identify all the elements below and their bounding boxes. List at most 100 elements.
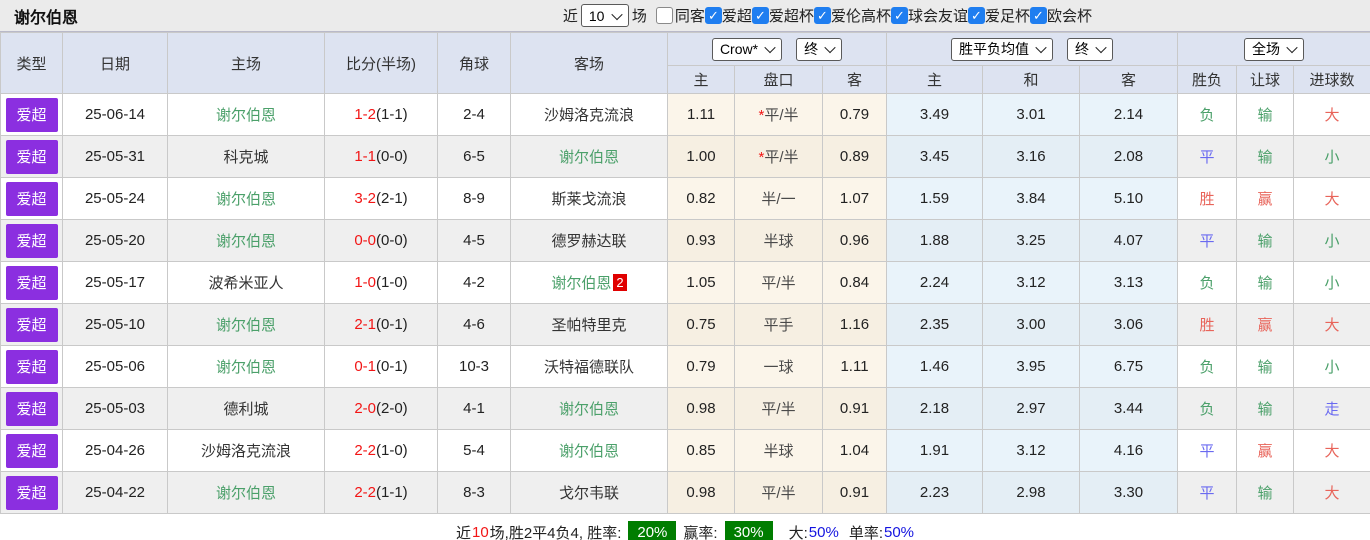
home-team-link[interactable]: 科克城 [223, 149, 268, 166]
away-team-link[interactable]: 沙姆洛克流浪 [544, 107, 634, 124]
away-team-link[interactable]: 谢尔伯恩 [559, 443, 619, 460]
away-team-link[interactable]: 斯莱戈流浪 [551, 191, 626, 208]
col-header-date: 日期 [62, 32, 168, 94]
euro-odds-header: 胜平负均值 终 [886, 32, 1179, 66]
wdl-result-cell: 负 [1177, 261, 1238, 304]
wdl-result-cell: 平 [1177, 429, 1238, 472]
euro-type-select[interactable]: 胜平负均值 [951, 37, 1054, 61]
handicap-result: 赢 [1257, 317, 1273, 334]
fulltime-score: 1-2 [354, 106, 376, 123]
date-cell: 25-04-26 [62, 429, 168, 472]
home-team-link[interactable]: 谢尔伯恩 [216, 359, 276, 376]
asian-home-odds-cell: 0.79 [667, 345, 735, 388]
home-team-link[interactable]: 谢尔伯恩 [216, 191, 276, 208]
league-cell: 爱超 [0, 93, 63, 136]
filter-controls: 近 10 场 同客 ✓ 爱超 ✓ 爱超杯 ✓ 爱伦高杯 ✓ 球会友谊 ✓ 爱足杯… [560, 4, 1092, 27]
handicap-result: 输 [1257, 275, 1273, 292]
euro-type-value: 胜平负均值 [959, 41, 1030, 57]
score-cell: 2-1(0-1) [324, 303, 438, 346]
away-team-link[interactable]: 谢尔伯恩 [559, 149, 619, 166]
away-team-link[interactable]: 谢尔伯恩 [559, 401, 619, 418]
asian-away-odds-cell: 0.96 [821, 219, 888, 262]
goals-result: 小 [1324, 275, 1340, 292]
away-team-cell: 德罗赫达联 [510, 219, 668, 262]
home-team-link[interactable]: 德利城 [223, 401, 268, 418]
euro-home-odds-cell: 2.18 [886, 387, 984, 430]
home-team-link[interactable]: 沙姆洛克流浪 [201, 443, 291, 460]
corner-cell: 4-6 [437, 303, 511, 346]
same-opponent-checkbox[interactable] [655, 7, 673, 24]
away-team-link[interactable]: 圣帕特里克 [551, 317, 626, 334]
away-team-link[interactable]: 德罗赫达联 [551, 233, 626, 250]
competition-label: 球会友谊 [907, 8, 968, 25]
euro-away-odds-cell: 4.07 [1079, 219, 1179, 262]
asian-home-odds-cell: 0.98 [667, 387, 735, 430]
league-badge: 爱超 [5, 307, 58, 342]
league-cell: 爱超 [0, 387, 63, 430]
chevron-down-icon [611, 8, 623, 20]
away-team-cell: 沙姆洛克流浪 [510, 93, 668, 136]
handicap-value: 一球 [763, 359, 794, 376]
home-team-link[interactable]: 谢尔伯恩 [216, 233, 276, 250]
league-cell: 爱超 [0, 345, 63, 388]
goals-result: 小 [1324, 233, 1340, 250]
competition-checkbox[interactable]: ✓ [967, 7, 985, 24]
goals-result: 走 [1324, 401, 1340, 418]
league-badge: 爱超 [5, 181, 58, 216]
euro-draw-odds-cell: 3.00 [982, 303, 1081, 346]
bookmaker-select[interactable]: Crow* [711, 37, 783, 61]
score-cell: 1-1(0-0) [324, 135, 438, 178]
profit-rate-label: 赢率: [683, 525, 718, 540]
sub-header-handicap: 盘口 [734, 65, 823, 94]
euro-away-odds-cell: 3.13 [1079, 261, 1179, 304]
competition-checkbox[interactable]: ✓ [1029, 7, 1047, 24]
goals-result-cell: 小 [1293, 135, 1370, 178]
profit-rate-badge: 30% [724, 521, 773, 540]
league-badge: 爱超 [5, 475, 58, 510]
home-team-cell: 谢尔伯恩 [167, 93, 325, 136]
asian-time-select[interactable]: 终 [796, 37, 843, 61]
corner-cell: 8-3 [437, 471, 511, 514]
page-title: 谢尔伯恩 [14, 9, 79, 27]
home-team-link[interactable]: 波希米亚人 [208, 275, 283, 292]
euro-time-select[interactable]: 终 [1067, 37, 1114, 61]
away-team-link[interactable]: 戈尔韦联 [559, 485, 619, 502]
fulltime-score: 2-2 [354, 442, 376, 459]
odds-history-page: 谢尔伯恩 近 10 场 同客 ✓ 爱超 ✓ 爱超杯 ✓ 爱伦高杯 ✓ 球会友谊 … [0, 0, 1370, 540]
home-team-link[interactable]: 谢尔伯恩 [216, 485, 276, 502]
corner-cell: 4-5 [437, 219, 511, 262]
away-team-link[interactable]: 沃特福德联队 [544, 359, 634, 376]
euro-draw-odds-cell: 3.16 [982, 135, 1081, 178]
home-team-link[interactable]: 谢尔伯恩 [216, 107, 276, 124]
handicap-cell: 半/一 [734, 177, 823, 220]
euro-away-odds-cell: 5.10 [1079, 177, 1179, 220]
competition-checkbox[interactable]: ✓ [813, 7, 831, 24]
competition-checkbox[interactable]: ✓ [890, 7, 908, 24]
handicap-cell: 平/半 [734, 261, 823, 304]
wdl-result: 平 [1199, 485, 1215, 502]
home-team-link[interactable]: 谢尔伯恩 [216, 317, 276, 334]
sub-header-asian-away: 客 [821, 65, 888, 94]
competition-checkbox[interactable]: ✓ [704, 7, 722, 24]
handicap-result: 输 [1257, 233, 1273, 250]
handicap-cell: *平/半 [734, 93, 823, 136]
league-badge: 爱超 [5, 433, 58, 468]
home-team-cell: 谢尔伯恩 [167, 471, 325, 514]
goals-result: 大 [1324, 317, 1340, 334]
handicap-result-cell: 输 [1236, 345, 1295, 388]
fulltime-score: 2-0 [354, 400, 376, 417]
col-header-home: 主场 [167, 32, 325, 94]
scope-select[interactable]: 全场 [1244, 37, 1305, 61]
sub-header-euro-draw: 和 [982, 65, 1081, 94]
halftime-score: (0-1) [376, 358, 408, 375]
handicap-result: 输 [1257, 107, 1273, 124]
euro-home-odds-cell: 1.46 [886, 345, 984, 388]
euro-away-odds-cell: 2.08 [1079, 135, 1179, 178]
away-team-link[interactable]: 谢尔伯恩 [551, 275, 611, 292]
matches-count-select[interactable]: 10 [580, 4, 629, 27]
handicap-result-cell: 输 [1236, 219, 1295, 262]
handicap-value: 平/半 [761, 485, 796, 502]
euro-home-odds-cell: 3.45 [886, 135, 984, 178]
competition-checkbox[interactable]: ✓ [751, 7, 769, 24]
sub-header-handicap-result: 让球 [1236, 65, 1295, 94]
